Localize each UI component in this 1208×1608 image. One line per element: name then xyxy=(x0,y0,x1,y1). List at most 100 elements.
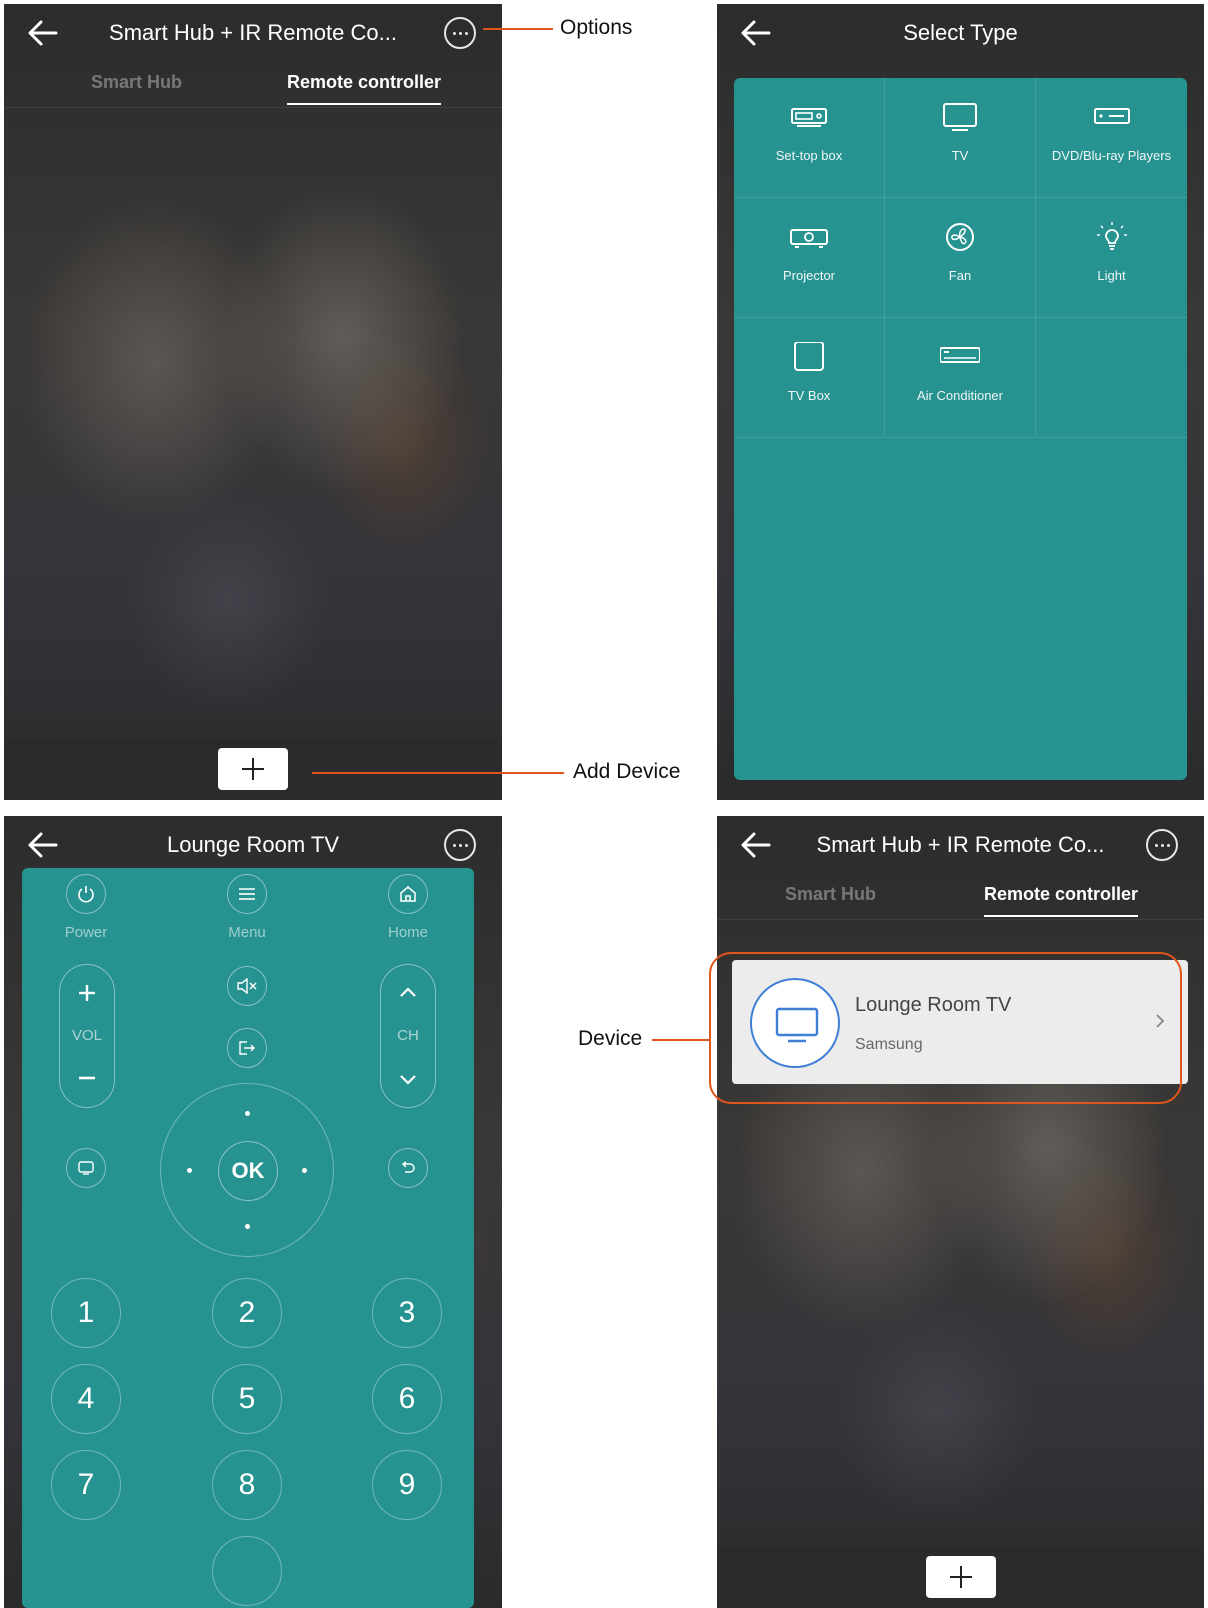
screen-tv-remote: Lounge Room TV Power Menu Home VOL CH OK… xyxy=(4,816,502,1608)
bottom-bar xyxy=(717,1546,1204,1608)
home-button[interactable] xyxy=(388,874,428,914)
number-button-9[interactable]: 9 xyxy=(372,1450,442,1520)
type-label: Light xyxy=(1097,268,1126,283)
number-button-partial[interactable] xyxy=(212,1536,282,1606)
set-top-box-icon xyxy=(791,108,827,127)
page-title: Smart Hub + IR Remote Co... xyxy=(109,20,397,45)
screen-remote-list-with-device: Smart Hub + IR Remote Co... Smart Hub Re… xyxy=(717,816,1204,1608)
menu-label: Menu xyxy=(228,924,266,941)
input-source-button[interactable] xyxy=(227,1028,267,1068)
type-label: Air Conditioner xyxy=(917,388,1003,403)
return-button[interactable] xyxy=(388,1148,428,1188)
callout-add-device: Add Device xyxy=(573,760,681,783)
tab-smart-hub[interactable]: Smart Hub xyxy=(785,884,876,905)
menu-icon xyxy=(239,888,255,900)
screen-remote-list-empty: Smart Hub + IR Remote Co... Smart Hub Re… xyxy=(4,4,502,800)
tab-bar: Smart Hub Remote controller xyxy=(4,62,502,108)
power-button[interactable] xyxy=(66,874,106,914)
page-title: Select Type xyxy=(903,20,1018,45)
dpad-down[interactable] xyxy=(245,1224,250,1229)
type-tv[interactable]: TV xyxy=(885,78,1036,198)
top-bar: Select Type xyxy=(717,4,1204,62)
type-set-top-box[interactable]: Set-top box xyxy=(734,78,885,198)
number-button-3[interactable]: 3 xyxy=(372,1278,442,1348)
page-title: Smart Hub + IR Remote Co... xyxy=(816,832,1105,857)
number-button-8[interactable]: 8 xyxy=(212,1450,282,1520)
volume-down-button[interactable] xyxy=(60,1057,114,1107)
type-label: Fan xyxy=(948,268,972,283)
more-options-icon[interactable] xyxy=(444,829,476,861)
number-button-4[interactable]: 4 xyxy=(51,1364,121,1434)
tab-remote-controller[interactable]: Remote controller xyxy=(287,72,442,105)
type-label: TV xyxy=(951,148,969,163)
type-label: TV Box xyxy=(787,388,831,403)
volume-label: VOL xyxy=(71,1027,102,1044)
input-source-icon xyxy=(239,1041,255,1055)
add-device-button[interactable] xyxy=(218,748,288,790)
type-dvd-player[interactable]: DVD/Blu-ray Players xyxy=(1036,78,1187,198)
tv-box-icon xyxy=(794,342,824,371)
screen-icon xyxy=(78,1161,94,1175)
remote-control-panel: Power Menu Home VOL CH OK 1 2 3 4 5 6 7 … xyxy=(22,868,474,1608)
chevron-up-icon xyxy=(400,987,416,997)
type-cell-empty xyxy=(1036,318,1187,438)
light-bulb-icon xyxy=(1096,222,1127,250)
return-icon xyxy=(401,1161,415,1173)
minus-icon xyxy=(79,1076,95,1080)
screen-button[interactable] xyxy=(66,1148,106,1188)
mute-button[interactable] xyxy=(227,966,267,1006)
tab-remote-controller[interactable]: Remote controller xyxy=(984,884,1139,917)
tab-smart-hub[interactable]: Smart Hub xyxy=(91,72,182,93)
air-conditioner-icon xyxy=(940,347,980,363)
tv-icon xyxy=(943,103,977,131)
top-bar: Smart Hub + IR Remote Co... xyxy=(717,816,1204,874)
type-tv-box[interactable]: TV Box xyxy=(734,318,885,438)
home-icon xyxy=(400,886,416,902)
callout-line-options xyxy=(483,28,553,30)
home-label: Home xyxy=(387,924,428,941)
dpad-up[interactable] xyxy=(245,1111,250,1116)
more-options-icon[interactable] xyxy=(444,17,476,49)
add-device-button[interactable] xyxy=(925,1556,996,1598)
ok-button[interactable]: OK xyxy=(218,1141,278,1201)
top-bar: Smart Hub + IR Remote Co... xyxy=(4,4,502,62)
chevron-down-icon xyxy=(400,1075,416,1085)
channel-down-button[interactable] xyxy=(381,1057,435,1107)
volume-up-button[interactable] xyxy=(60,965,114,1015)
callout-options: Options xyxy=(560,16,633,39)
dpad-left[interactable] xyxy=(187,1168,192,1173)
tab-bar: Smart Hub Remote controller xyxy=(717,874,1204,920)
number-button-6[interactable]: 6 xyxy=(372,1364,442,1434)
more-options-icon[interactable] xyxy=(1146,829,1178,861)
power-icon xyxy=(78,886,94,903)
number-button-2[interactable]: 2 xyxy=(212,1278,282,1348)
device-highlight xyxy=(709,952,1182,1104)
dpad-right[interactable] xyxy=(302,1168,307,1173)
type-fan[interactable]: Fan xyxy=(885,198,1036,318)
top-bar: Lounge Room TV xyxy=(4,816,502,874)
type-projector[interactable]: Projector xyxy=(734,198,885,318)
device-type-grid: Set-top box TV DVD/Blu-ray Players Proje… xyxy=(734,78,1187,780)
dvd-player-icon xyxy=(1093,108,1130,124)
callout-line-add-device xyxy=(312,772,564,774)
screen-select-type: Select Type Set-top box TV DVD/Blu-ray P… xyxy=(717,4,1204,800)
channel-label: CH xyxy=(397,1027,419,1044)
callout-line-device xyxy=(652,1039,710,1041)
projector-icon xyxy=(790,229,828,248)
type-light[interactable]: Light xyxy=(1036,198,1187,318)
number-button-1[interactable]: 1 xyxy=(51,1278,121,1348)
fan-icon xyxy=(946,223,974,251)
channel-control: CH xyxy=(380,964,436,1108)
page-title: Lounge Room TV xyxy=(166,832,340,857)
type-label: DVD/Blu-ray Players xyxy=(1051,148,1172,163)
callout-device: Device xyxy=(578,1027,643,1050)
type-label: Projector xyxy=(782,268,836,283)
number-button-7[interactable]: 7 xyxy=(51,1450,121,1520)
channel-up-button[interactable] xyxy=(381,965,435,1015)
number-button-5[interactable]: 5 xyxy=(212,1364,282,1434)
type-air-conditioner[interactable]: Air Conditioner xyxy=(885,318,1036,438)
directional-pad: OK xyxy=(160,1083,334,1257)
type-label: Set-top box xyxy=(775,148,843,163)
menu-button[interactable] xyxy=(227,874,267,914)
bottom-bar xyxy=(4,738,502,800)
